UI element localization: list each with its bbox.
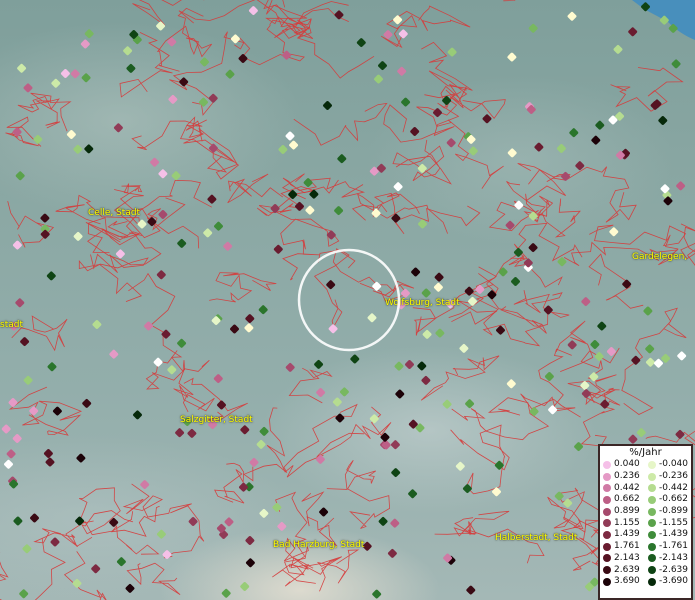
legend-negative-swatch xyxy=(648,554,656,563)
legend-positive-swatch xyxy=(603,495,611,504)
legend-negative-row: -1.761 xyxy=(645,541,690,553)
legend-positive-row: 3.690 xyxy=(600,576,645,588)
legend-positive-swatch xyxy=(603,566,611,575)
legend-positive-value: 1.155 xyxy=(614,517,640,528)
legend-negative-value: -0.236 xyxy=(659,471,689,482)
legend-negative-value: -0.899 xyxy=(659,506,689,517)
legend-negative-row: -1.155 xyxy=(645,517,690,529)
legend-negative-row: -0.899 xyxy=(645,506,690,518)
legend-negative-swatch xyxy=(648,566,656,575)
legend-positive-swatch xyxy=(603,472,611,481)
legend-negative-value: -2.639 xyxy=(659,564,689,575)
legend-negative-swatch xyxy=(648,484,656,493)
legend-positive-value: 0.899 xyxy=(614,506,640,517)
legend-negative-swatch xyxy=(648,542,656,551)
legend-negative-value: -2.143 xyxy=(659,552,689,563)
legend-positive-row: 1.761 xyxy=(600,541,645,553)
legend-positive-row: 0.236 xyxy=(600,471,645,483)
legend-positive-row: 0.040 xyxy=(600,459,645,471)
legend-positive-swatch xyxy=(603,460,611,469)
legend-positive-row: 1.155 xyxy=(600,517,645,529)
legend-positive-value: 0.236 xyxy=(614,471,640,482)
legend-negative-row: -0.442 xyxy=(645,482,690,494)
legend-positive-value: 0.040 xyxy=(614,459,640,470)
legend-positive-swatch xyxy=(603,484,611,493)
legend-negative-row: -1.439 xyxy=(645,529,690,541)
legend-negative-value: -1.155 xyxy=(659,517,689,528)
legend-positive-row: 2.143 xyxy=(600,553,645,565)
legend: %/Jahr 0.040 0.236 0.442 0.662 0.899 1.155 1.4… xyxy=(598,444,693,600)
legend-negative-value: -1.439 xyxy=(659,529,689,540)
legend-positive-value: 3.690 xyxy=(614,576,640,587)
legend-positive-value: 1.761 xyxy=(614,541,640,552)
legend-positive-value: 2.143 xyxy=(614,552,640,563)
legend-positive-value: 0.442 xyxy=(614,482,640,493)
legend-positive-swatch xyxy=(603,577,611,586)
legend-positive-row: 0.899 xyxy=(600,506,645,518)
legend-negative-swatch xyxy=(648,472,656,481)
legend-negative-swatch xyxy=(648,530,656,539)
legend-negative-value: -0.442 xyxy=(659,482,689,493)
legend-negative-value: -3.690 xyxy=(659,576,689,587)
legend-negative-swatch xyxy=(648,577,656,586)
legend-positive-row: 0.662 xyxy=(600,494,645,506)
legend-positive-row: 1.439 xyxy=(600,529,645,541)
legend-positive-value: 2.639 xyxy=(614,564,640,575)
focus-ring xyxy=(297,248,401,352)
legend-negative-row: -3.690 xyxy=(645,576,690,588)
legend-negative-row: -0.662 xyxy=(645,494,690,506)
legend-positive-swatch xyxy=(603,507,611,516)
legend-title: %/Jahr xyxy=(629,447,662,458)
legend-negative-column: -0.040 -0.236 -0.442 -0.662 -0.899 -1.155 -1.4… xyxy=(645,459,690,588)
legend-positive-row: 0.442 xyxy=(600,482,645,494)
legend-negative-swatch xyxy=(648,507,656,516)
legend-positive-row: 2.639 xyxy=(600,564,645,576)
legend-negative-swatch xyxy=(648,460,656,469)
legend-negative-row: -2.143 xyxy=(645,553,690,565)
legend-positive-column: 0.040 0.236 0.442 0.662 0.899 1.155 1.439 1.761… xyxy=(600,459,645,588)
legend-negative-swatch xyxy=(648,519,656,528)
map-canvas[interactable]: Celle, Stadt Gardelegen, Wolfsburg, Stad… xyxy=(0,0,695,600)
legend-negative-row: -0.236 xyxy=(645,471,690,483)
legend-positive-swatch xyxy=(603,542,611,551)
legend-negative-value: -1.761 xyxy=(659,541,689,552)
legend-negative-row: -2.639 xyxy=(645,564,690,576)
legend-negative-swatch xyxy=(648,495,656,504)
legend-positive-swatch xyxy=(603,530,611,539)
legend-negative-row: -0.040 xyxy=(645,459,690,471)
legend-positive-swatch xyxy=(603,519,611,528)
legend-positive-value: 0.662 xyxy=(614,494,640,505)
legend-positive-swatch xyxy=(603,554,611,563)
legend-negative-value: -0.040 xyxy=(659,459,689,470)
legend-negative-value: -0.662 xyxy=(659,494,689,505)
legend-positive-value: 1.439 xyxy=(614,529,640,540)
